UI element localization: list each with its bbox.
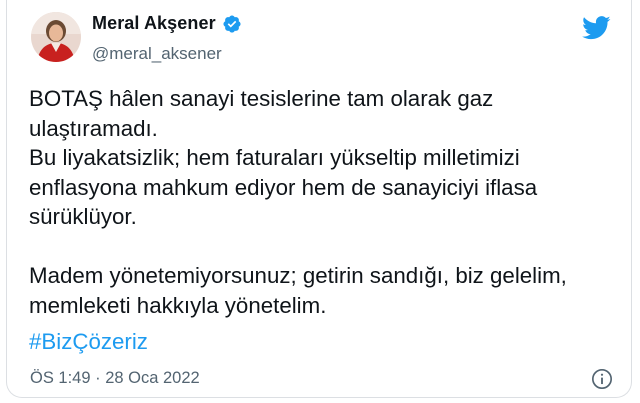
- author-handle[interactable]: @meral_aksener: [92, 44, 222, 64]
- tweet-line: ulaştıramadı.: [29, 115, 158, 141]
- info-icon[interactable]: [591, 368, 613, 390]
- tweet-card: Meral Akşener @meral_aksener BOTAŞ hâlen…: [6, 0, 632, 398]
- profile-photo-icon: [31, 12, 81, 62]
- twitter-bird-icon[interactable]: [582, 16, 611, 40]
- display-name[interactable]: Meral Akşener: [92, 13, 216, 34]
- tweet-line: Madem yönetemiyorsunuz; getirin sandığı,…: [29, 263, 567, 288]
- tweet-line: BOTAŞ hâlen sanayi tesislerine tam olara…: [29, 86, 494, 111]
- tweet-timestamp[interactable]: ÖS 1:49 · 28 Oca 2022: [30, 369, 200, 388]
- verified-badge-icon: [223, 14, 241, 33]
- hashtag-link[interactable]: #BizÇözeriz: [29, 329, 148, 355]
- tweet-line: sürüklüyor.: [29, 204, 137, 229]
- tweet-line: enflasyona mahkum ediyor hem de sanayici…: [29, 174, 538, 200]
- tweet-line: Bu liyakatsizlik; hem faturaları yükselt…: [29, 145, 520, 170]
- tweet-text: BOTAŞ hâlen sanayi tesislerine tam olara…: [29, 84, 609, 320]
- avatar[interactable]: [31, 12, 81, 62]
- author-name-row[interactable]: Meral Akşener: [92, 13, 242, 34]
- tweet-line: memleketi hakkıyla yönetelim.: [29, 292, 327, 318]
